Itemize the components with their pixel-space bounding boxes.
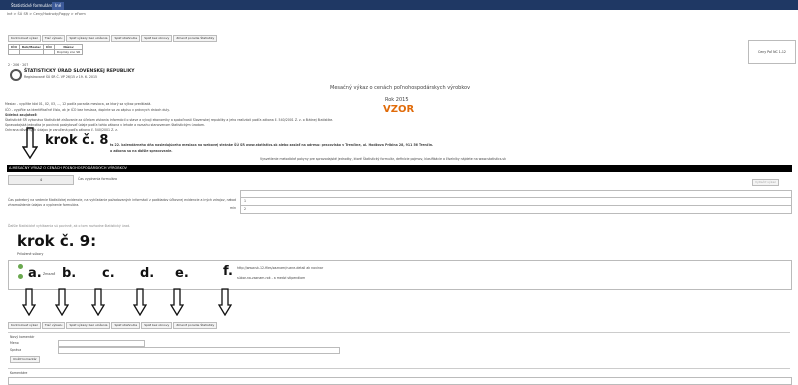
file-row[interactable]: http://www.sk-12-files/zaznam/ruzne-deta…	[237, 266, 323, 270]
org-cell-name: Doplnky zoo SR	[53, 49, 84, 55]
delete-link[interactable]: Zmazať	[43, 272, 55, 276]
org-codes: 2 · 206 · 207	[8, 63, 29, 67]
intro-line: IČO - vyplňte sa identifikačné číslo, ak…	[5, 108, 170, 112]
section-title: A.MESAČNÝ VÝKAZ O CENÁCH POĽNOHOSPODÁRSK…	[7, 165, 792, 172]
org-cell	[18, 49, 44, 55]
time-label: Čas vyplnenia formulára	[78, 177, 117, 181]
time-unit-hod: hod	[230, 198, 236, 202]
down-arrow-icon	[170, 288, 184, 316]
back-no-save-button[interactable]: Späť výkazy bez uloženia	[66, 35, 111, 42]
tab-ine[interactable]: Iné	[52, 2, 65, 10]
krok8-note: ts 22. kalendárneho dňa nasledujúceho me…	[110, 143, 434, 147]
down-arrow-icon	[55, 288, 69, 316]
down-arrow-icon	[22, 288, 36, 316]
intro-line: Sídelná zaujatosť:	[5, 113, 38, 117]
back-no-renew-button[interactable]: Späť bez obnovy	[141, 322, 173, 329]
org-header-period: Rok/Mesiac	[18, 44, 44, 50]
down-arrow-icon	[133, 288, 147, 316]
krok8-label: krok č. 8	[45, 133, 109, 148]
form-year: Rok 2015	[385, 97, 409, 103]
top-nav-bar	[0, 0, 798, 10]
comment-name-input[interactable]	[58, 340, 145, 347]
upload-icon[interactable]	[18, 274, 23, 279]
down-arrow-icon	[91, 288, 105, 316]
comment-message-input[interactable]	[58, 347, 340, 354]
breadcrumb: Iné > ŠÚ SR > Ceny/Hodnoty/Faggy > eForm	[7, 12, 86, 16]
divider	[8, 332, 790, 333]
intro-line: Štatistické SR vykonáva štatistické zisť…	[5, 118, 334, 122]
krok9-label: krok č. 9:	[17, 232, 97, 250]
office-registration: Registrované ŠÚ SR Č. VP 26/15 z 19. 6. …	[24, 75, 97, 79]
attachments-label: Priložené súbory	[17, 252, 44, 256]
office-name: ŠTATISTICKÝ ÚRAD SLOVENSKEJ REPUBLIKY	[24, 69, 135, 74]
bottom-toolbar: Kontrolovať výkaz Tlač výkazu Späť výkaz…	[8, 322, 218, 329]
change-order-button[interactable]: Zmeniť poradie Štatistiky	[173, 35, 218, 42]
method-note: Vysvetlenie metodické pokyny pre spravod…	[260, 157, 506, 161]
letter-a: a.	[28, 266, 42, 281]
org-cell	[42, 49, 55, 55]
org-table: IČO Rok/Mesiac IČO Názov Doplnky zoo SR	[8, 44, 84, 55]
back-no-save-button[interactable]: Späť výkazy bez uloženia	[66, 322, 111, 329]
footnote: Ďalšie štatistické vyhlásenia sú povinné…	[8, 224, 131, 228]
comments-list	[8, 377, 792, 385]
down-arrow-icon	[22, 127, 38, 159]
top-toolbar: Kontrolovať výkaz Tlač výkazu Späť výkaz…	[8, 35, 218, 42]
kontrolovat-button[interactable]: Kontrolovať výkaz	[8, 322, 41, 329]
form-title: Mesačný výkaz o cenách poľnohospodárskyc…	[330, 85, 471, 91]
save-comment-button[interactable]: Uložiť komentár	[10, 356, 40, 363]
down-arrow-icon	[218, 288, 232, 316]
letter-d: d.	[140, 266, 155, 281]
kontrolovat-button[interactable]: Kontrolovať výkaz	[8, 35, 41, 42]
upload-icon[interactable]	[18, 264, 23, 269]
time-description: Čas potrebný na vedenie štatistickej evi…	[8, 198, 231, 207]
tab-statisticke-formulare[interactable]: Štatistické formuláre	[8, 2, 56, 10]
time-row-number: 2	[244, 207, 247, 211]
comments-heading: Komentáre	[10, 371, 28, 375]
intro-line: Mesiac - vyplňte kód 01, 02, 03, ..., 12…	[5, 102, 152, 106]
form-code-box: Ceny Poľ NC 1-12	[748, 40, 796, 64]
time-row-number: 1	[244, 199, 247, 203]
letter-b: b.	[62, 266, 77, 281]
comment-name-label: Meno	[10, 341, 19, 345]
divider	[8, 368, 790, 369]
vzor-stamp: VZOR	[383, 104, 415, 115]
change-order-button[interactable]: Zmeniť poradie Štatistiky	[173, 322, 218, 329]
time-value-field[interactable]: 4	[8, 175, 74, 185]
office-logo-icon	[10, 69, 22, 81]
back-download-button[interactable]: Späť stiahnutie	[111, 35, 141, 42]
letter-f: f.	[223, 264, 233, 279]
new-comment-heading: Nový komentár	[10, 335, 35, 339]
print-button[interactable]: Tlač výkazu	[41, 35, 66, 42]
org-cell	[8, 49, 20, 55]
time-unit-min: min	[230, 206, 237, 210]
letter-e: e.	[175, 266, 189, 281]
krok8-note2: a zákona sa na ďalšie spracovanie.	[110, 149, 173, 153]
attachments-panel	[8, 260, 792, 290]
comment-message-label: Správa	[10, 348, 22, 352]
print-button[interactable]: Tlač výkazu	[41, 322, 66, 329]
letter-c: c.	[102, 266, 115, 281]
time-row[interactable]: 2	[240, 205, 792, 214]
print-small-button[interactable]: Vytlačiť výkaz	[752, 179, 779, 186]
back-no-renew-button[interactable]: Späť bez obnovy	[141, 35, 173, 42]
file-row[interactable]: súbor-na-zaznam-rok - a medzi stipendiom	[237, 276, 305, 280]
back-download-button[interactable]: Späť stiahnutie	[111, 322, 141, 329]
